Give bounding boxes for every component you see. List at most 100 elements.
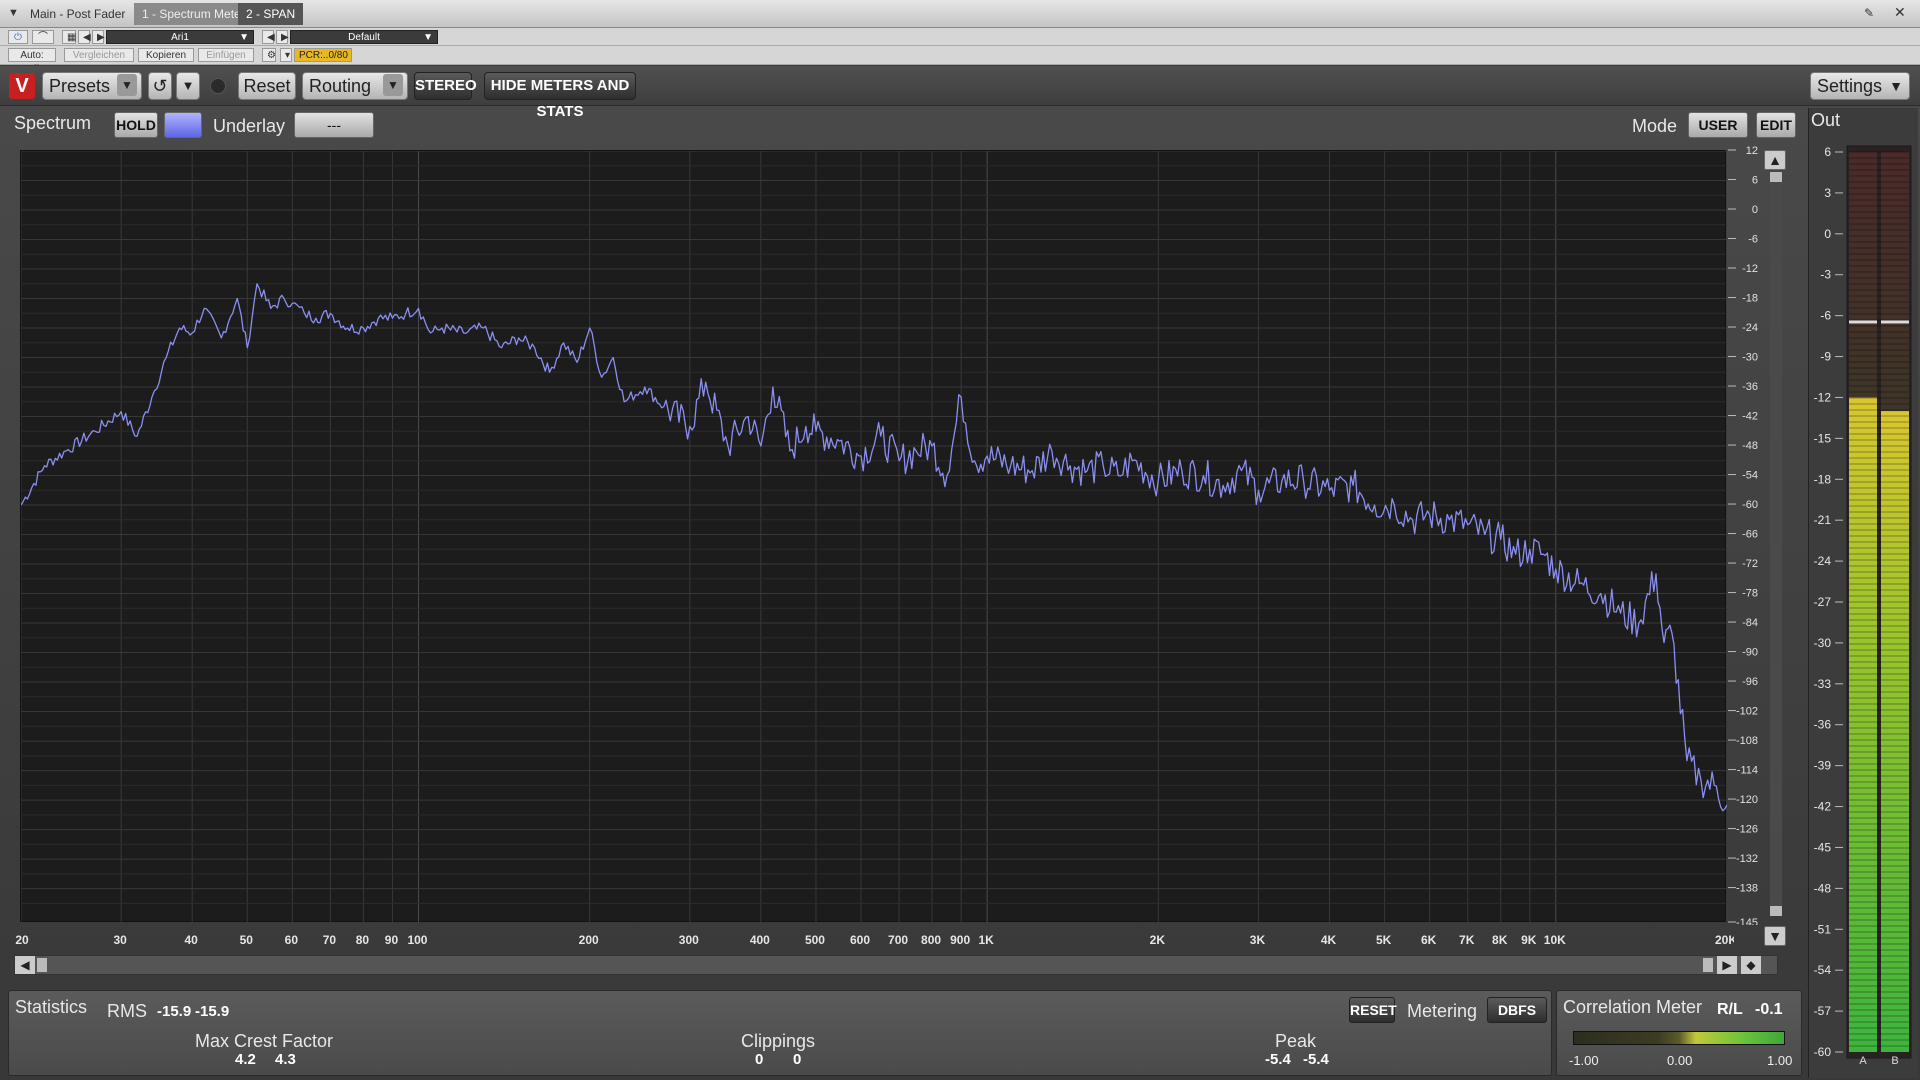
- gear-icon[interactable]: ⚙: [262, 48, 276, 62]
- frequency-tick-label: 400: [750, 933, 770, 947]
- scroll-up-button[interactable]: ▲: [1764, 150, 1786, 170]
- stereo-button[interactable]: STEREO: [414, 72, 477, 100]
- horizontal-scroll-thumb-right[interactable]: [1703, 958, 1713, 972]
- corr-scale-right: 1.00: [1767, 1053, 1793, 1068]
- undo-button[interactable]: ↺: [148, 72, 172, 100]
- db-tick-label: -84: [1742, 617, 1758, 629]
- tab-span[interactable]: 2 - SPAN: [238, 3, 304, 25]
- statistics-panel: Statistics RMS -15.9 -15.9 RESET Meterin…: [8, 990, 1552, 1076]
- db-tick-label: -36: [1742, 381, 1758, 393]
- spectrum-line: [20, 283, 1728, 812]
- next-preset-button[interactable]: ▶: [276, 30, 289, 44]
- stats-reset-button[interactable]: RESET: [1349, 997, 1397, 1023]
- metering-label: Metering: [1407, 1001, 1478, 1021]
- menu-down-button[interactable]: ▼: [176, 72, 200, 100]
- auto-button[interactable]: Auto: Off: [8, 48, 56, 75]
- preset-select[interactable]: Default ▼: [290, 30, 438, 44]
- power-button[interactable]: ⏻: [8, 30, 28, 44]
- frequency-tick-label: 10K: [1544, 933, 1566, 947]
- out-scale-label: -30: [1814, 636, 1832, 650]
- frequency-scale: 20 30 40 50 60 70 80 90 100 200 300 400 500 600 700 800…: [14, 930, 1737, 950]
- frequency-tick-label: 50: [240, 933, 254, 947]
- db-tick-label: -114: [1737, 765, 1758, 777]
- prev-track-button[interactable]: ◀: [78, 30, 91, 44]
- next-track-button[interactable]: ▶: [92, 30, 105, 44]
- clip-left-value: 0: [755, 1051, 764, 1068]
- close-icon[interactable]: ✕: [1894, 4, 1906, 21]
- scroll-right-button[interactable]: ▶: [1717, 956, 1737, 974]
- db-tick-label: -30: [1742, 352, 1758, 364]
- frequency-tick-label: 70: [323, 933, 337, 947]
- out-scale-label: -42: [1814, 800, 1832, 814]
- menu-dropdown-icon[interactable]: ▼: [8, 7, 19, 19]
- out-scale-label: -21: [1814, 513, 1832, 527]
- host-compare-row: Auto: Off Vergleichen Kopieren Einfügen …: [0, 46, 1920, 75]
- db-tick-label: -90: [1742, 647, 1758, 659]
- out-scale-label: -9: [1820, 350, 1831, 364]
- vertical-scroll-thumb[interactable]: [1770, 172, 1782, 182]
- settings-button[interactable]: Settings ▼: [1810, 72, 1910, 100]
- db-tick-label: -48: [1742, 440, 1758, 452]
- routing-button[interactable]: Routing ▼: [302, 72, 408, 100]
- prev-preset-button[interactable]: ◀: [262, 30, 275, 44]
- compare-button[interactable]: Vergleichen: [64, 48, 134, 62]
- chevron-down-icon[interactable]: ▾: [280, 48, 292, 62]
- underlay-select[interactable]: ---: [294, 112, 374, 138]
- out-scale-label: -51: [1814, 922, 1832, 936]
- frequency-tick-label: 7K: [1459, 933, 1475, 947]
- correlation-panel: Correlation Meter R/L -0.1 -1.00 0.00 1.…: [1556, 990, 1802, 1076]
- layout-button[interactable]: ▦: [62, 30, 76, 44]
- track-select[interactable]: Ari1 ▼: [106, 30, 254, 44]
- db-tick-label: -72: [1742, 558, 1758, 570]
- corr-scale-left: -1.00: [1569, 1053, 1599, 1068]
- host-title-bar: ▼ Main - Post Fader 1 - Spectrum Meter 2…: [0, 0, 1920, 28]
- db-tick-label: -120: [1736, 794, 1758, 806]
- copy-button[interactable]: Kopieren: [138, 48, 194, 62]
- presets-button[interactable]: Presets ▼: [42, 72, 142, 100]
- db-tick-label: -54: [1742, 470, 1758, 482]
- metering-mode-button[interactable]: DBFS: [1487, 997, 1547, 1023]
- tab-main-post-fader[interactable]: Main - Post Fader: [22, 3, 133, 25]
- correlation-mode[interactable]: R/L: [1717, 1001, 1743, 1019]
- plugin-toolbar: V Presets ▼ ↺ ▼ Reset Routing ▼ STEREO HID…: [0, 66, 1920, 120]
- paste-button[interactable]: Einfügen: [198, 48, 254, 62]
- out-scale-label: -45: [1814, 840, 1832, 854]
- pin-icon[interactable]: ✎: [1864, 6, 1874, 20]
- voxengo-logo-icon: V: [9, 73, 35, 99]
- horizontal-scroll-thumb[interactable]: [37, 958, 47, 972]
- clip-right-value: 0: [793, 1051, 802, 1068]
- rms-right-value: -15.9: [195, 1003, 230, 1020]
- out-channel-label: B: [1891, 1055, 1898, 1067]
- frequency-tick-label: 2K: [1150, 933, 1166, 947]
- color-swatch-button[interactable]: [164, 112, 202, 138]
- out-peak-hold-b: [1881, 320, 1909, 324]
- db-tick-label: 12: [1746, 145, 1758, 157]
- vertical-scroll-thumb-bottom[interactable]: [1770, 906, 1782, 916]
- correlation-value: -0.1: [1755, 1001, 1783, 1018]
- out-scale-label: -12: [1814, 390, 1832, 404]
- hide-meters-button[interactable]: HIDE METERS AND STATS: [484, 72, 636, 120]
- out-meter-panel: Out 6 3 0 -3 -6 -9 -12 -15 -18 -21 -24 -27 -30 -33 -36…: [1808, 108, 1918, 1078]
- scroll-left-button[interactable]: ◀: [15, 956, 35, 974]
- reset-button[interactable]: Reset: [238, 72, 296, 100]
- out-scale-label: -3: [1820, 268, 1831, 282]
- hold-button[interactable]: HOLD: [114, 112, 158, 138]
- db-tick-label: -66: [1742, 529, 1758, 541]
- out-scale-label: -27: [1814, 595, 1832, 609]
- out-channel-label: A: [1859, 1055, 1867, 1067]
- user-mode-button[interactable]: USER: [1688, 112, 1748, 138]
- edit-mode-button[interactable]: EDIT: [1756, 112, 1796, 138]
- out-peak-hold-a: [1849, 320, 1877, 324]
- zoom-reset-button[interactable]: ◆: [1741, 956, 1761, 974]
- spectrum-graph[interactable]: [20, 150, 1728, 924]
- pcr-badge: PCR:..0/80: [294, 48, 352, 62]
- bypass-button[interactable]: ⌒: [32, 30, 54, 44]
- tab-spectrum-meter[interactable]: 1 - Spectrum Meter: [134, 3, 253, 25]
- scroll-down-button[interactable]: ▼: [1764, 926, 1786, 946]
- out-scale-label: -6: [1820, 309, 1831, 323]
- vertical-scrollbar[interactable]: [1770, 172, 1782, 916]
- out-meter-svg: 6 3 0 -3 -6 -9 -12 -15 -18 -21 -24 -27 -30 -33 -36 -39 -…: [1814, 145, 1912, 1067]
- out-scale-label: -48: [1814, 881, 1832, 895]
- horizontal-scrollbar[interactable]: ◀ ▶ ◆: [14, 955, 1778, 975]
- frequency-tick-label: 1K: [978, 933, 994, 947]
